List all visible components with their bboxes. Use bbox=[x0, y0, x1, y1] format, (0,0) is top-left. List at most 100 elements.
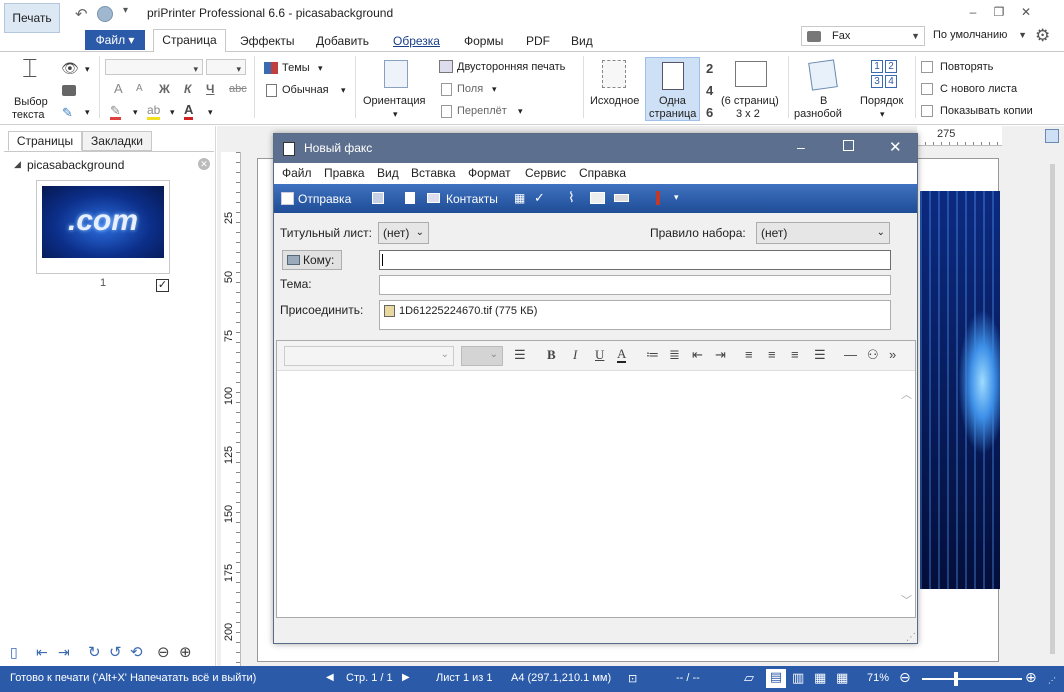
chevron-down-icon[interactable]: ▾ bbox=[318, 63, 323, 74]
view-mode-icon[interactable]: ▱ bbox=[744, 670, 754, 686]
ruler-toggle-icon[interactable] bbox=[1045, 129, 1059, 143]
numbered-list-icon[interactable]: ≔ bbox=[646, 347, 659, 363]
menu-help[interactable]: Справка bbox=[579, 166, 626, 180]
binding-button[interactable]: Переплёт bbox=[457, 105, 507, 117]
align-center-icon[interactable]: ≡ bbox=[768, 347, 776, 362]
tab-file[interactable]: Файл ▾ bbox=[85, 30, 145, 50]
lock-icon[interactable]: ⊡ bbox=[628, 672, 637, 685]
import-page-icon[interactable]: ⇤ bbox=[36, 644, 48, 661]
margins-button[interactable]: Поля bbox=[457, 83, 483, 95]
gear-icon[interactable]: ⚙ bbox=[1035, 26, 1050, 46]
tab-forms[interactable]: Формы bbox=[460, 31, 507, 53]
repeat-checkbox[interactable] bbox=[921, 61, 933, 73]
editor-size-select[interactable]: ⌄ bbox=[461, 346, 503, 366]
attachment-item[interactable]: 1D61225224670.tif (775 КБ) bbox=[399, 305, 537, 317]
chevron-down-icon[interactable]: ▾ bbox=[518, 106, 523, 117]
image-icon[interactable] bbox=[590, 192, 605, 204]
scanner-icon[interactable] bbox=[614, 194, 629, 202]
rotate-right-icon[interactable]: ↻ bbox=[88, 643, 101, 661]
more-tools-icon[interactable]: » bbox=[889, 347, 896, 362]
chevron-down-icon[interactable]: ▾ bbox=[85, 107, 90, 118]
menu-format[interactable]: Формат bbox=[468, 166, 511, 180]
six-pages-button[interactable]: 6 bbox=[706, 105, 713, 120]
order-button[interactable]: 1 2 3 4 Порядок ▾ bbox=[858, 58, 912, 120]
bullet-list-icon[interactable]: ≣ bbox=[669, 347, 680, 363]
dialing-rule-select[interactable]: (нет) ⌄ bbox=[756, 222, 890, 244]
chevron-down-icon[interactable]: ▾ bbox=[492, 84, 497, 95]
two-pages-button[interactable]: 2 bbox=[706, 61, 713, 76]
one-page-button[interactable]: Одна страница bbox=[645, 57, 700, 121]
grid-icon[interactable]: ▦ bbox=[514, 191, 525, 205]
chevron-down-icon[interactable]: ▾ bbox=[170, 107, 175, 118]
close-icon[interactable]: ✕ bbox=[1018, 4, 1034, 20]
subject-input[interactable] bbox=[379, 275, 891, 295]
chevron-down-icon[interactable]: ▾ bbox=[208, 107, 213, 118]
minimize-icon[interactable]: – bbox=[965, 4, 981, 20]
zoom-slider-thumb[interactable] bbox=[954, 672, 958, 686]
zoom-out-icon[interactable]: ⊖ bbox=[899, 669, 911, 686]
select-text-button[interactable]: ⌶ Выбор текста bbox=[10, 55, 56, 121]
duplex-button[interactable]: Двусторонняя печать bbox=[457, 61, 565, 73]
tree-expand-icon[interactable]: ◢ bbox=[14, 159, 21, 170]
restore-icon[interactable]: ❐ bbox=[991, 4, 1007, 20]
bold-button[interactable]: Ж bbox=[159, 82, 170, 96]
font-size-select[interactable]: ▾ bbox=[206, 59, 246, 75]
tab-page[interactable]: Страница bbox=[153, 29, 226, 52]
tab-add[interactable]: Добавить bbox=[312, 31, 373, 53]
strikethrough-button[interactable]: abc bbox=[229, 83, 247, 95]
printer-select[interactable]: Fax ▼ bbox=[801, 26, 925, 46]
to-input[interactable] bbox=[379, 250, 891, 270]
zoom-in-icon[interactable]: ⊕ bbox=[179, 643, 192, 661]
align-right-icon[interactable]: ≡ bbox=[791, 347, 799, 362]
tree-item-document[interactable]: picasabackground bbox=[27, 158, 124, 172]
underline-button[interactable]: Ч bbox=[206, 82, 214, 96]
prev-page-icon[interactable]: ◀ bbox=[326, 672, 334, 683]
close-icon[interactable]: ✕ bbox=[198, 158, 210, 170]
font-family-select[interactable]: ▾ bbox=[105, 59, 203, 75]
rotate-both-icon[interactable]: ⟲ bbox=[130, 643, 143, 661]
tab-pdf[interactable]: PDF bbox=[522, 31, 554, 53]
priority-icon[interactable] bbox=[656, 191, 660, 205]
tab-bookmarks[interactable]: Закладки bbox=[82, 131, 152, 151]
indent-icon[interactable]: ⇥ bbox=[715, 347, 726, 363]
rotate-left-icon[interactable]: ↺ bbox=[109, 643, 122, 661]
editor-color-button[interactable]: A bbox=[617, 347, 627, 363]
editor-scrollbar[interactable]: ︿ ﹀ bbox=[897, 372, 915, 617]
editor-italic-button[interactable]: I bbox=[573, 347, 577, 363]
page-thumbnail[interactable]: .com bbox=[36, 180, 170, 274]
view-four-icon[interactable]: ▦ bbox=[814, 670, 826, 686]
chevron-down-icon[interactable]: ﹀ bbox=[901, 592, 912, 608]
view-two-icon[interactable]: ▥ bbox=[792, 670, 804, 686]
editor-underline-button[interactable]: U bbox=[595, 347, 604, 363]
horizontal-line-icon[interactable]: — bbox=[844, 347, 857, 362]
edit-icon[interactable]: ✎ bbox=[62, 105, 73, 121]
highlight-icon[interactable]: ab bbox=[147, 104, 161, 120]
orientation-button[interactable]: Ориентация ▾ bbox=[362, 58, 432, 120]
new-sheet-checkbox[interactable] bbox=[921, 83, 933, 95]
scatter-button[interactable]: В разнобой bbox=[792, 58, 856, 120]
editor-bold-button[interactable]: B bbox=[547, 347, 556, 363]
binoculars-icon[interactable]: 👁 bbox=[61, 60, 79, 77]
export-page-icon[interactable]: ⇥ bbox=[58, 644, 70, 661]
send-button[interactable]: Отправка bbox=[298, 192, 351, 206]
print-button[interactable]: Печать bbox=[4, 3, 60, 33]
menu-insert[interactable]: Вставка bbox=[411, 166, 456, 180]
cover-page-select[interactable]: (нет) ⌄ bbox=[378, 222, 429, 244]
paperclip-icon[interactable]: ⌇ bbox=[568, 189, 575, 206]
paragraph-style-icon[interactable]: ☰ bbox=[514, 347, 526, 363]
menu-file[interactable]: Файл bbox=[282, 166, 312, 180]
show-copies-checkbox[interactable] bbox=[921, 105, 933, 117]
undo-icon[interactable]: ↶ bbox=[75, 5, 88, 23]
increase-font-icon[interactable]: A bbox=[114, 81, 123, 96]
normal-button[interactable]: Обычная bbox=[282, 84, 329, 96]
themes-button[interactable]: Темы bbox=[282, 62, 310, 74]
fill-color-icon[interactable]: ✎ bbox=[110, 104, 121, 120]
contacts-button[interactable]: Контакты bbox=[446, 192, 498, 206]
thumbnail-checkbox[interactable]: ✓ bbox=[156, 279, 169, 292]
next-page-icon[interactable]: ▶ bbox=[402, 672, 410, 683]
camera-icon[interactable] bbox=[62, 85, 76, 96]
align-left-icon[interactable]: ≡ bbox=[745, 347, 753, 362]
decrease-font-icon[interactable]: A bbox=[136, 83, 143, 94]
italic-button[interactable]: К bbox=[184, 82, 191, 96]
preset-select[interactable]: По умолчанию ▼ bbox=[927, 26, 1031, 46]
